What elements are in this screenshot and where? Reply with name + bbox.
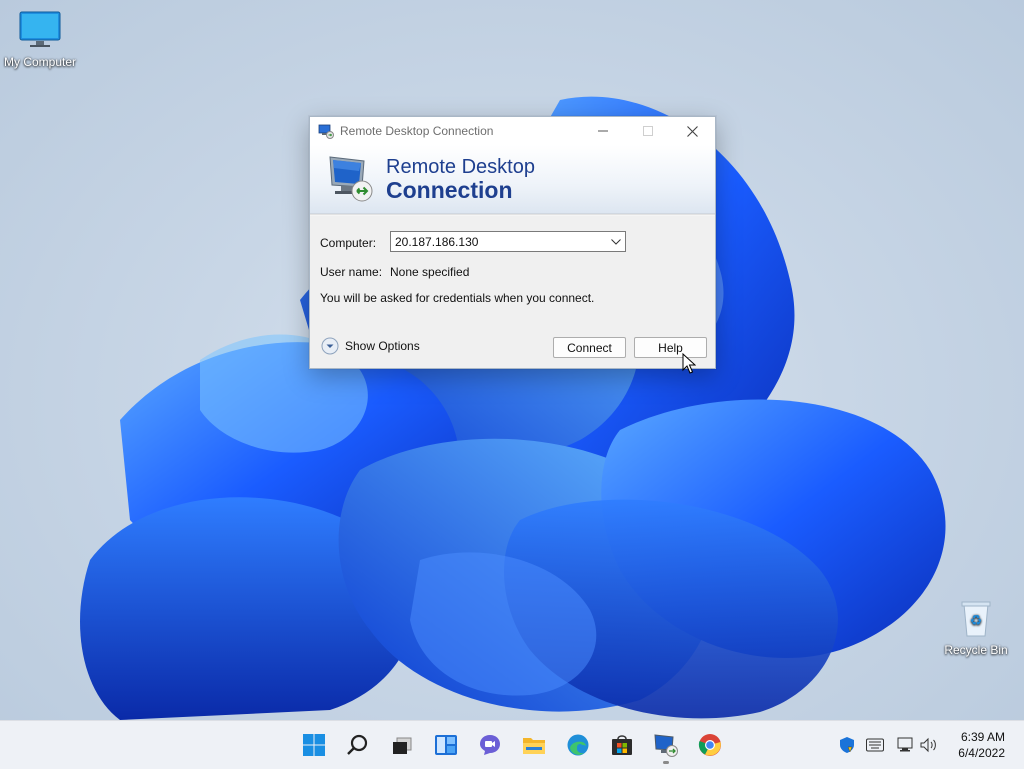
title-bar[interactable]: Remote Desktop Connection	[310, 117, 715, 145]
close-button[interactable]	[670, 117, 715, 145]
desktop-icon-label: Recycle Bin	[944, 643, 1008, 657]
search-button[interactable]	[342, 729, 374, 761]
remote-desktop-app-icon	[318, 124, 334, 139]
store-icon	[612, 735, 632, 755]
minimize-icon	[597, 130, 608, 132]
window-title: Remote Desktop Connection	[340, 124, 494, 138]
close-icon	[687, 125, 698, 137]
show-options-label: Show Options	[345, 339, 420, 353]
credentials-note: You will be asked for credentials when y…	[320, 291, 595, 305]
widgets-icon	[435, 735, 457, 755]
desktop-icon-my-computer[interactable]: My Computer	[0, 10, 80, 69]
chat-icon	[480, 735, 500, 755]
username-value: None specified	[390, 265, 470, 279]
start-button[interactable]	[298, 729, 330, 761]
username-label: User name:	[320, 265, 383, 279]
computer-input[interactable]: 20.187.186.130	[391, 235, 607, 249]
task-view-icon	[393, 737, 412, 754]
minimize-button[interactable]	[580, 117, 625, 145]
connect-button[interactable]: Connect	[553, 337, 626, 358]
keyboard-icon[interactable]	[866, 738, 884, 752]
security-icon[interactable]	[838, 736, 856, 754]
remote-desktop-icon	[654, 734, 678, 757]
remote-desktop-taskbar-button[interactable]	[650, 729, 682, 764]
file-explorer-icon	[523, 738, 545, 754]
computer-combobox[interactable]: 20.187.186.130	[390, 231, 626, 252]
network-icon[interactable]	[896, 737, 914, 753]
banner-title-line2: Connection	[386, 177, 513, 203]
dropdown-button[interactable]	[607, 232, 625, 251]
file-explorer-button[interactable]	[518, 729, 550, 761]
chevron-down-icon	[611, 238, 621, 245]
widgets-button[interactable]	[430, 729, 462, 761]
remote-desktop-logo-icon	[329, 156, 373, 202]
edge-icon	[567, 734, 589, 756]
chrome-button[interactable]	[694, 729, 726, 761]
edge-button[interactable]	[562, 729, 594, 761]
store-button[interactable]	[606, 729, 638, 761]
recycle-bin-icon: ♻	[961, 601, 991, 637]
task-view-button[interactable]	[386, 729, 418, 761]
clock[interactable]: 6:39 AM 6/4/2022	[958, 729, 1005, 761]
desktop-icon-recycle-bin[interactable]: ♻ Recycle Bin	[936, 598, 1016, 657]
clock-date: 6/4/2022	[958, 746, 1005, 760]
desktop-icon-label: My Computer	[3, 55, 77, 69]
volume-icon[interactable]	[920, 737, 938, 753]
banner: Remote Desktop Connection	[310, 145, 715, 214]
help-button[interactable]: Help	[634, 337, 707, 358]
maximize-button	[625, 117, 670, 145]
clock-time: 6:39 AM	[960, 730, 1005, 744]
maximize-icon	[642, 126, 653, 136]
mouse-cursor-icon	[682, 353, 696, 374]
expand-circle-icon	[321, 337, 339, 355]
computer-label: Computer:	[320, 236, 377, 250]
banner-title-line1: Remote Desktop	[386, 156, 535, 178]
show-options-toggle[interactable]: Show Options	[321, 337, 420, 355]
chat-button[interactable]	[474, 729, 506, 761]
start-icon	[303, 734, 325, 756]
monitor-icon	[19, 11, 61, 47]
taskbar: 6:39 AM 6/4/2022	[0, 720, 1024, 769]
system-tray	[838, 721, 938, 769]
chrome-icon	[698, 734, 721, 756]
search-icon	[347, 734, 368, 755]
remote-desktop-window: Remote Desktop Connection Remote Desktop	[309, 116, 716, 369]
svg-text:♻: ♻	[970, 613, 983, 629]
